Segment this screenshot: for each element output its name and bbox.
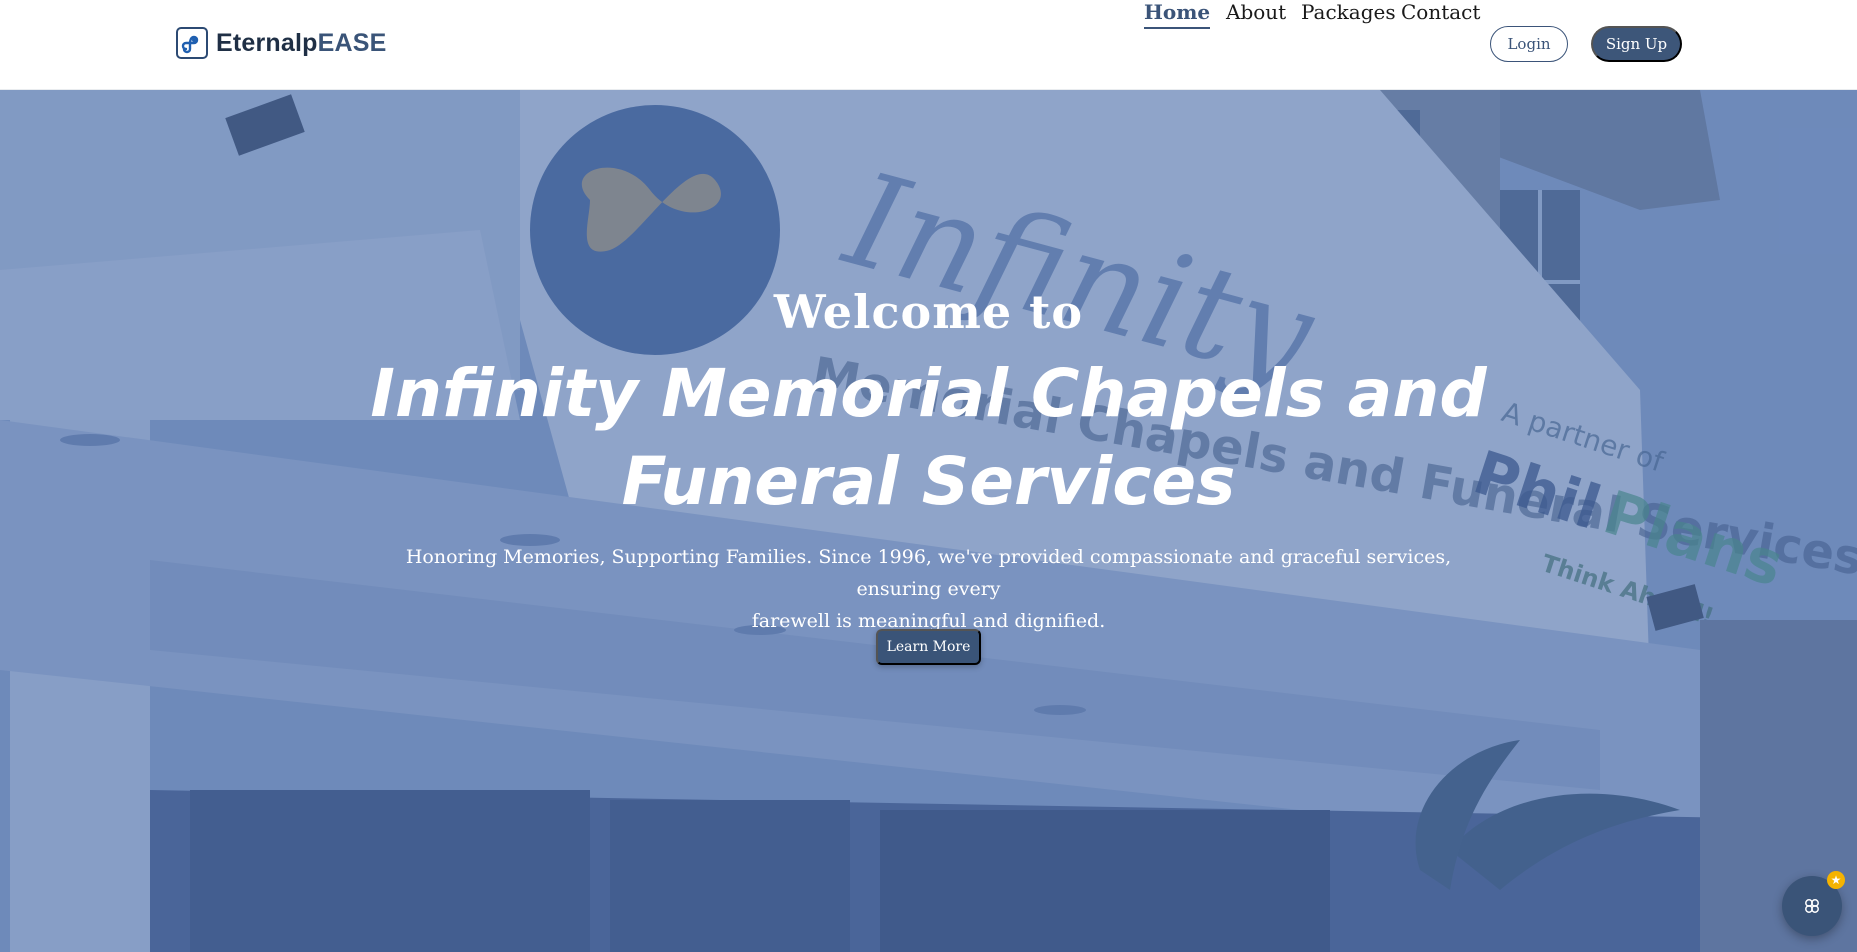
top-navbar: EternalpEASE Home About Packages Contact… [0,0,1857,90]
star-icon: ★ [1827,871,1845,889]
active-underline [1144,27,1211,29]
signup-button[interactable]: Sign Up [1591,26,1682,62]
learn-more-button[interactable]: Learn More [876,629,981,665]
brand-name: EternalpEASE [216,29,387,58]
nav-link-label: Packages [1301,0,1396,24]
hero-title-line1: Infinity Memorial Chapels and [370,355,1487,432]
nav-link-home[interactable]: Home [1144,0,1211,29]
hero-section: Infinity Memorial Chapels and Funeral Se… [0,90,1857,952]
nav-link-label: About [1226,0,1287,24]
hero-welcome-heading: Welcome to [773,285,1084,339]
hero-subtitle-line1: Honoring Memories, Supporting Families. … [405,546,1452,600]
nav-link-label: Home [1144,0,1211,24]
hero-title-line2: Funeral Services [621,443,1236,520]
hero-title: Infinity Memorial Chapels and Funeral Se… [0,350,1857,526]
login-button[interactable]: Login [1490,26,1568,62]
nav-link-about[interactable]: About [1226,0,1286,24]
infinity-logo-icon [176,27,208,59]
brand[interactable]: EternalpEASE [176,27,387,59]
chat-bot-icon [1805,899,1819,913]
brand-name-part2: EASE [317,28,387,57]
nav-link-label: Contact [1401,0,1481,24]
brand-name-part1: Eternalp [216,28,318,57]
nav-link-packages[interactable]: Packages [1301,0,1396,24]
nav-link-contact[interactable]: Contact [1401,0,1480,24]
hero-subtitle: Honoring Memories, Supporting Families. … [370,541,1487,637]
